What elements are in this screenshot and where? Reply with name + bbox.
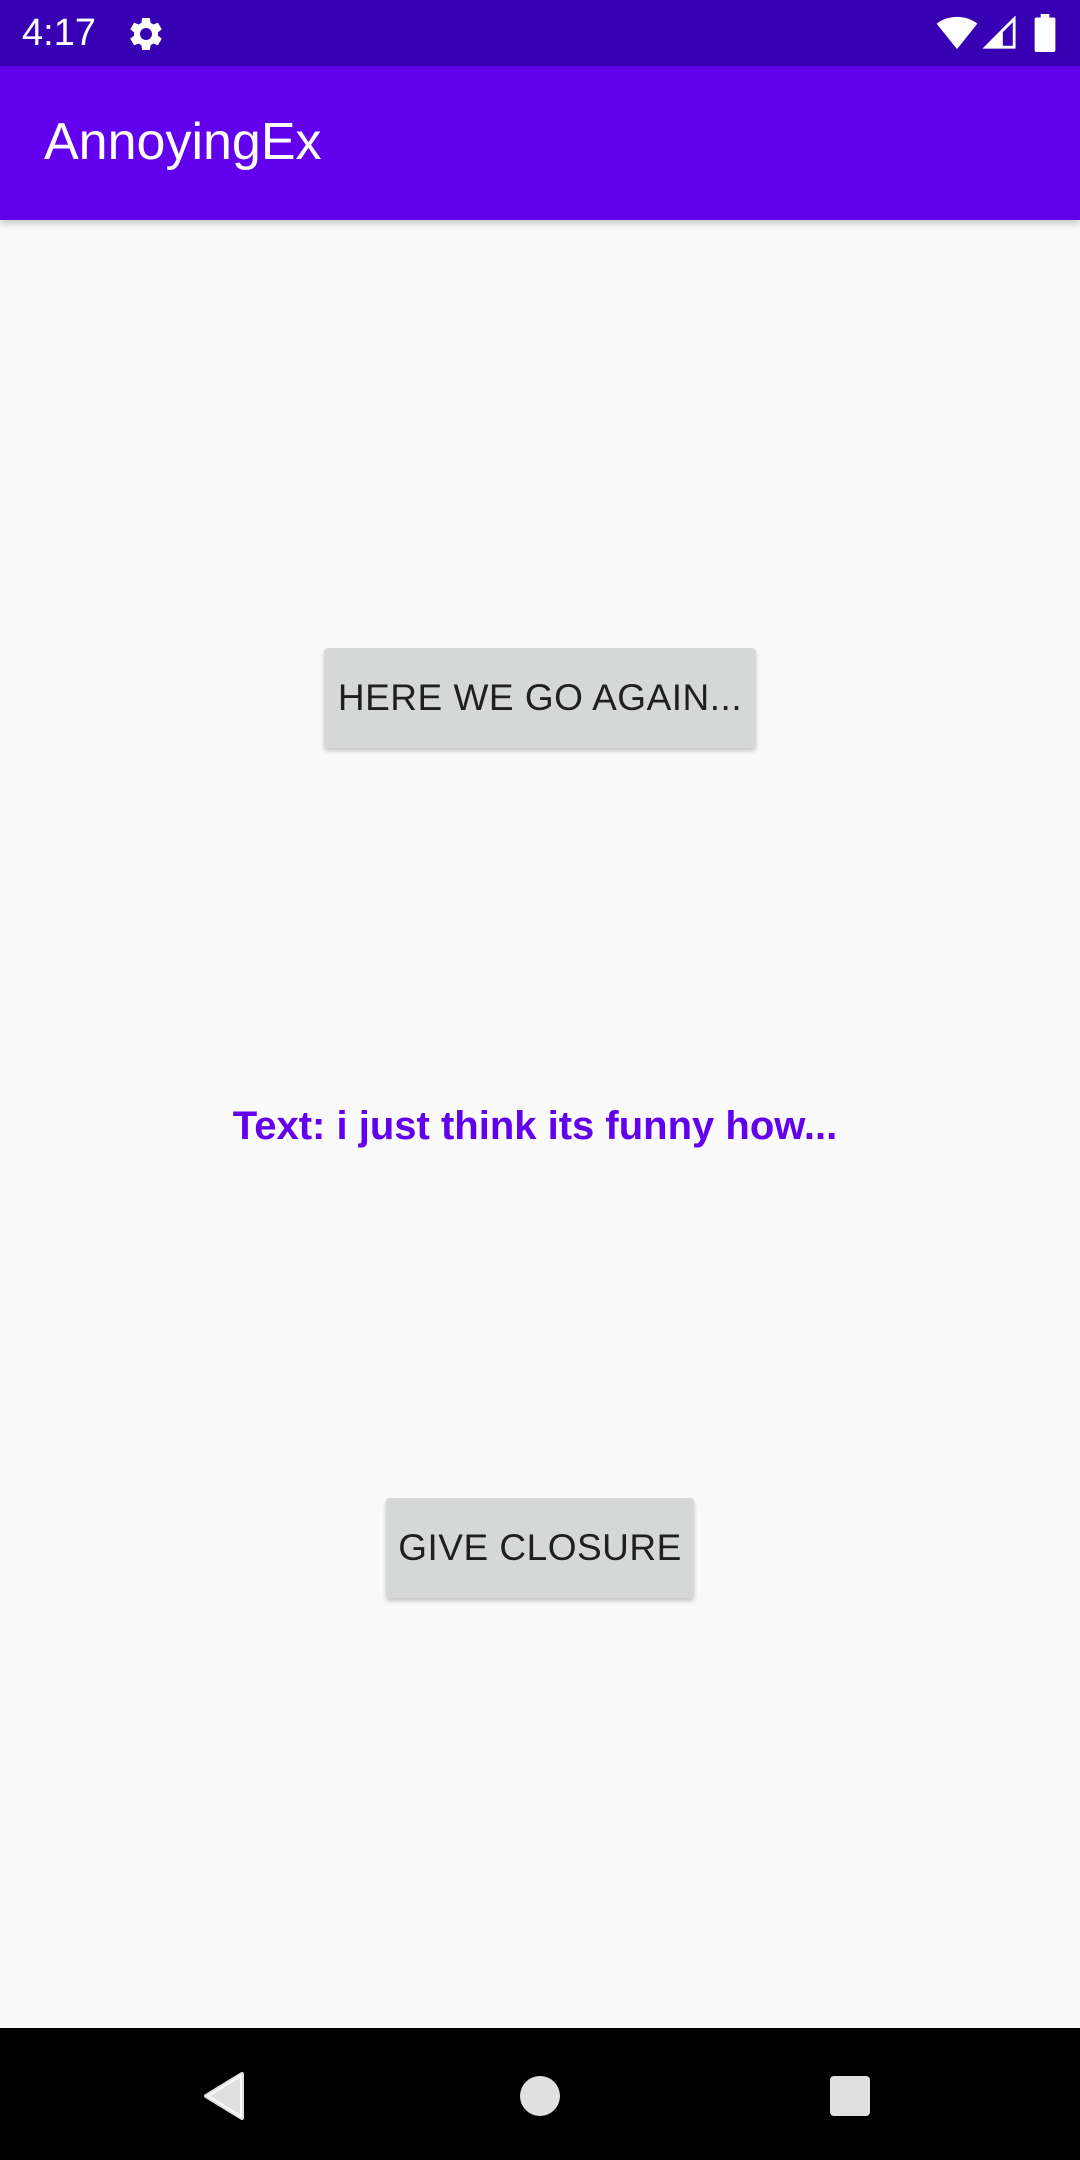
app-title: AnnoyingEx [44,113,322,171]
recents-icon[interactable] [828,2074,872,2118]
status-time: 4:17 [22,12,96,54]
navigation-bar [0,2028,1080,2160]
status-bar: 4:17 [0,0,1080,66]
here-we-go-again-button[interactable]: HERE WE GO AGAIN... [324,648,756,748]
battery-icon [1034,14,1056,52]
cell-signal-icon [982,16,1016,49]
gear-icon [130,17,162,50]
app-bar: AnnoyingEx [0,66,1080,220]
back-icon[interactable] [202,2072,246,2120]
screen: 4:17 AnnoyingEx HERE WE GO AGAIN... Text… [0,0,1080,2160]
give-closure-button[interactable]: GIVE CLOSURE [386,1498,694,1598]
home-icon[interactable] [518,2074,562,2118]
wifi-icon [936,16,978,50]
text-display: Text: i just think its funny how... [232,1104,838,1148]
